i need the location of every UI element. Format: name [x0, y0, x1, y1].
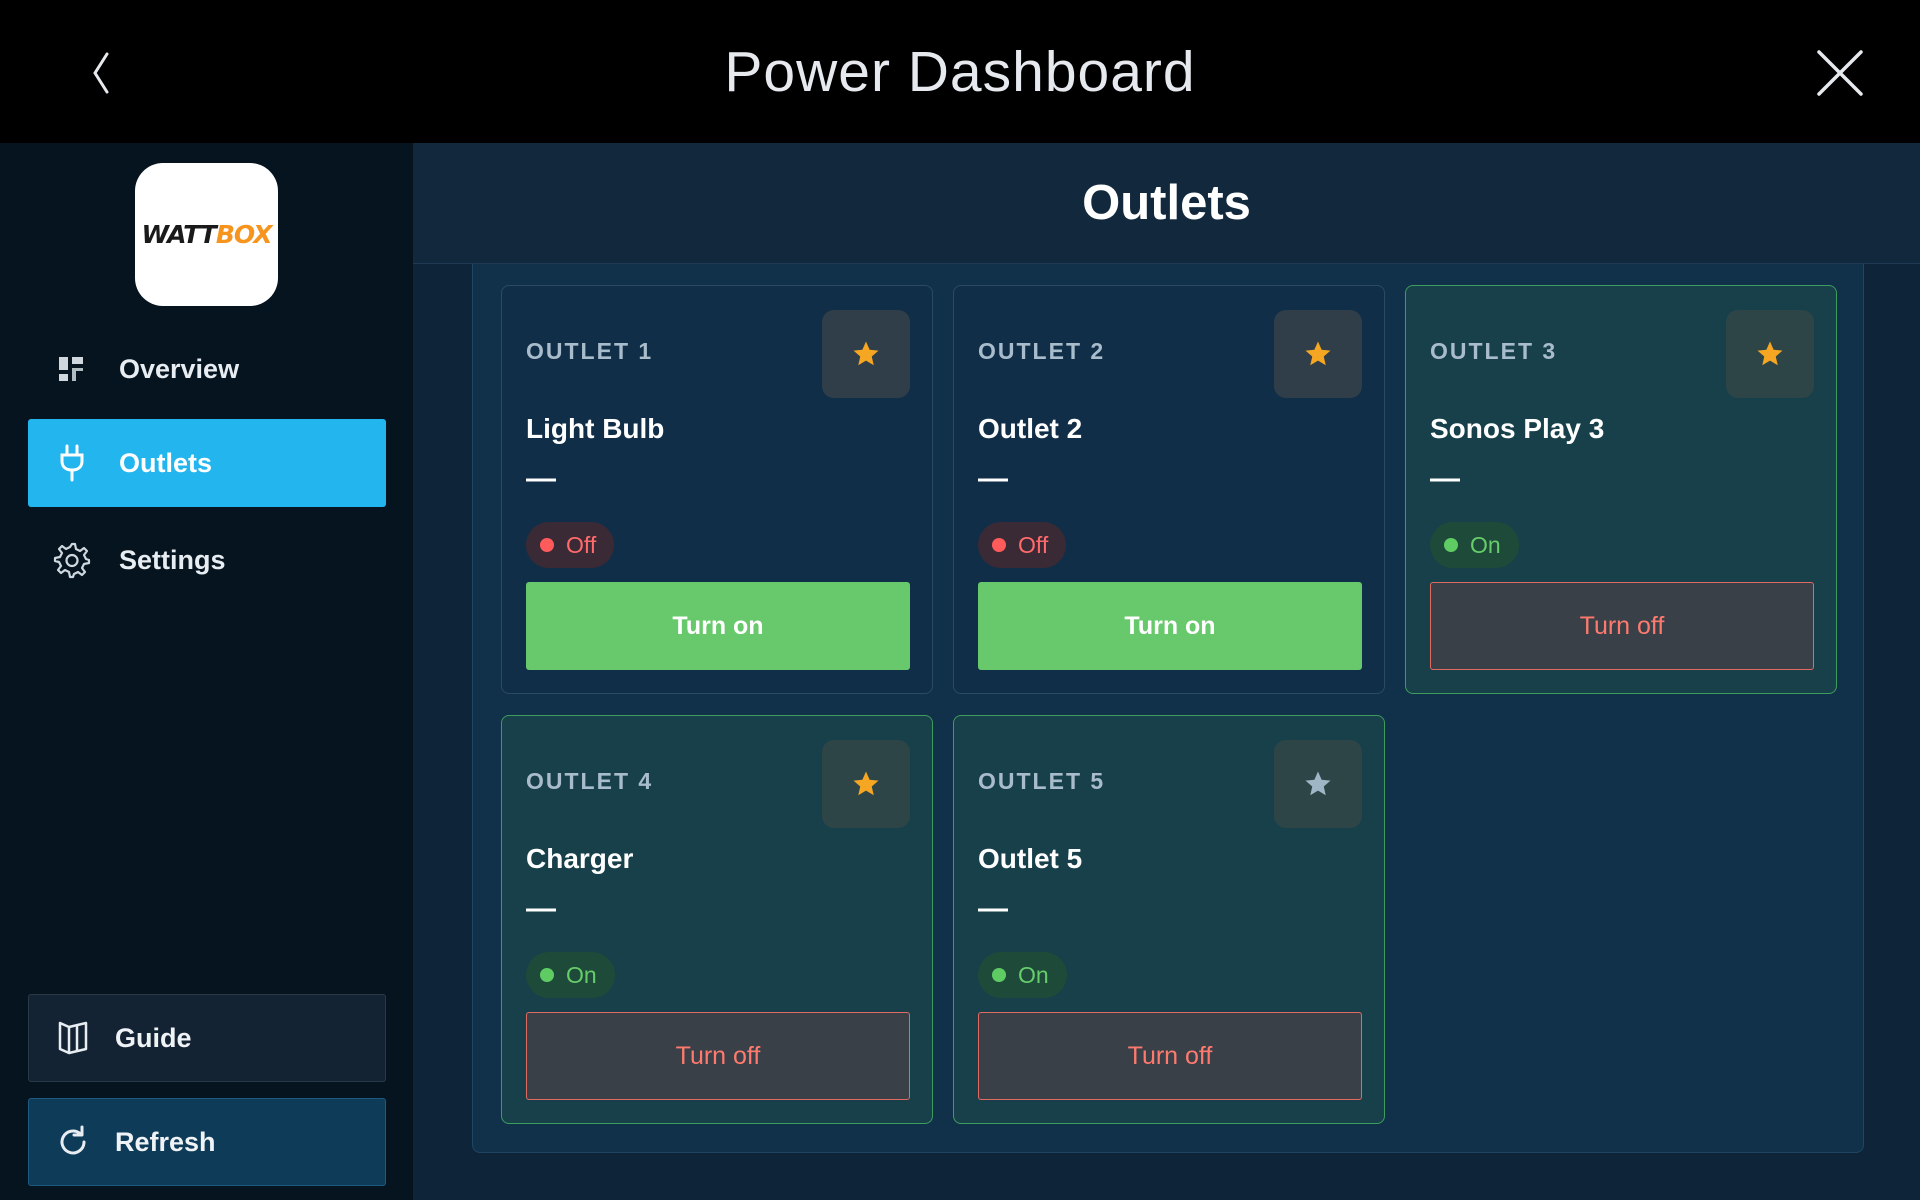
status-dot-icon [540, 538, 554, 552]
logo-part-watt: WATT [141, 220, 216, 249]
logo-part-box: BOX [215, 220, 273, 249]
status-badge: On [978, 952, 1067, 998]
title-bar: Power Dashboard [0, 0, 1920, 143]
outlets-panel: OUTLET 1 Light Bulb — Off Turn on OUTLET… [472, 264, 1864, 1153]
star-outline-icon [1305, 771, 1331, 796]
outlet-power: — [1430, 462, 1460, 495]
refresh-button[interactable]: Refresh [28, 1098, 386, 1186]
status-text: On [566, 961, 597, 988]
star-icon [1757, 341, 1783, 366]
dashboard-icon [52, 349, 92, 389]
outlet-power: — [978, 462, 1008, 495]
page-title: Outlets [1082, 176, 1251, 230]
turn-off-button[interactable]: Turn off [978, 1012, 1362, 1100]
sidebar-item-label: Outlets [119, 447, 213, 478]
main-content: Outlets OUTLET 1 Light Bulb — Off Turn o… [413, 143, 1920, 1200]
window-title: Power Dashboard [724, 39, 1196, 104]
turn-on-button[interactable]: Turn on [526, 582, 910, 670]
status-badge: On [1430, 522, 1519, 568]
sidebar-item-outlets[interactable]: Outlets [28, 419, 386, 507]
status-dot-icon [1444, 538, 1458, 552]
sidebar-item-label: Overview [119, 353, 240, 384]
outlet-index: OUTLET 3 [1430, 338, 1558, 364]
book-icon [53, 1018, 93, 1058]
outlet-index: OUTLET 4 [526, 768, 654, 794]
outlet-name: Light Bulb [526, 413, 665, 444]
status-dot-icon [540, 968, 554, 982]
turn-off-button[interactable]: Turn off [1430, 582, 1814, 670]
outlet-card-2: OUTLET 2 Outlet 2 — Off Turn on [953, 285, 1385, 694]
guide-label: Guide [115, 1022, 192, 1053]
status-dot-icon [992, 968, 1006, 982]
back-button[interactable] [60, 38, 140, 108]
outlet-power: — [526, 462, 556, 495]
outlet-card-1: OUTLET 1 Light Bulb — Off Turn on [501, 285, 933, 694]
status-badge: Off [978, 522, 1067, 568]
guide-button[interactable]: Guide [28, 994, 386, 1082]
outlet-name: Outlet 5 [978, 843, 1083, 874]
outlet-power: — [526, 892, 556, 925]
wattbox-logo: WATTBOX [135, 163, 278, 306]
outlet-index: OUTLET 5 [978, 768, 1106, 794]
favorite-button[interactable] [822, 740, 910, 828]
outlet-index: OUTLET 2 [978, 338, 1106, 364]
status-badge: On [526, 952, 615, 998]
star-icon [853, 771, 879, 796]
app-root: Power Dashboard WATTBOX Overview Outlets… [0, 0, 1920, 1200]
status-text: On [1470, 531, 1501, 558]
star-icon [853, 341, 879, 366]
turn-off-button[interactable]: Turn off [526, 1012, 910, 1100]
sidebar-item-settings[interactable]: Settings [28, 516, 386, 604]
star-icon [1305, 341, 1331, 366]
status-text: Off [1018, 531, 1049, 558]
refresh-label: Refresh [115, 1126, 216, 1157]
status-text: On [1018, 961, 1049, 988]
favorite-button[interactable] [822, 310, 910, 398]
status-badge: Off [526, 522, 615, 568]
outlet-name: Charger [526, 843, 634, 874]
refresh-icon [53, 1122, 93, 1162]
close-icon [1817, 50, 1863, 96]
close-button[interactable] [1800, 38, 1880, 108]
gear-icon [52, 540, 92, 580]
outlet-power: — [978, 892, 1008, 925]
favorite-button[interactable] [1274, 310, 1362, 398]
status-text: Off [566, 531, 597, 558]
outlet-name: Sonos Play 3 [1430, 413, 1605, 444]
sidebar-item-overview[interactable]: Overview [28, 325, 386, 413]
outlet-index: OUTLET 1 [526, 338, 654, 364]
page-header: Outlets [413, 143, 1920, 264]
favorite-button[interactable] [1274, 740, 1362, 828]
outlet-card-3: OUTLET 3 Sonos Play 3 — On Turn off [1405, 285, 1837, 694]
favorite-button[interactable] [1726, 310, 1814, 398]
status-dot-icon [992, 538, 1006, 552]
sidebar-item-label: Settings [119, 544, 226, 575]
turn-on-button[interactable]: Turn on [978, 582, 1362, 670]
outlet-card-4: OUTLET 4 Charger — On Turn off [501, 715, 933, 1124]
sidebar: WATTBOX Overview Outlets Settings Guide … [0, 143, 413, 1200]
chevron-left-icon [93, 52, 109, 94]
outlet-name: Outlet 2 [978, 413, 1083, 444]
plug-icon [52, 443, 92, 483]
outlet-card-5: OUTLET 5 Outlet 5 — On Turn off [953, 715, 1385, 1124]
